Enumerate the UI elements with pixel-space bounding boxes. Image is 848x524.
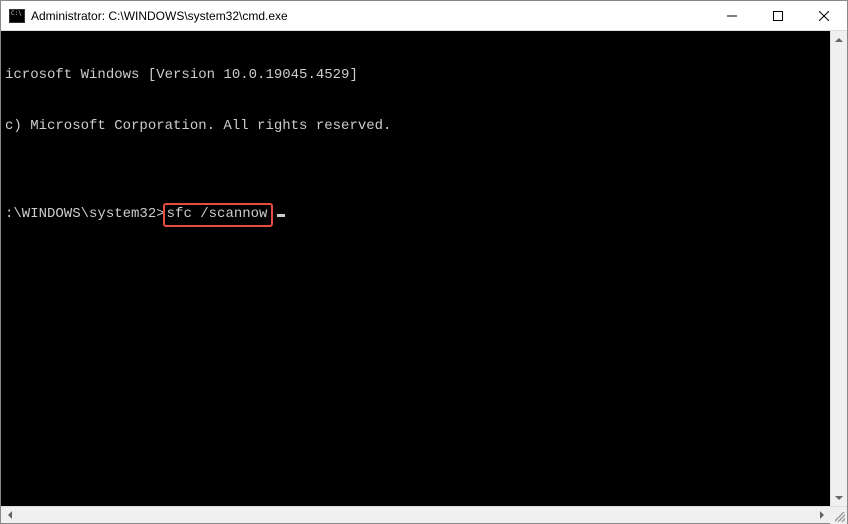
scroll-down-button[interactable] <box>831 489 847 506</box>
scroll-up-button[interactable] <box>831 31 847 48</box>
horizontal-scrollbar[interactable] <box>1 506 847 523</box>
hscroll-track[interactable] <box>18 507 813 523</box>
scroll-right-button[interactable] <box>813 507 830 523</box>
content-wrapper: icrosoft Windows [Version 10.0.19045.452… <box>1 31 847 506</box>
cmd-window: Administrator: C:\WINDOWS\system32\cmd.e… <box>0 0 848 524</box>
prompt-text: :\WINDOWS\system32> <box>5 206 165 223</box>
terminal-area[interactable]: icrosoft Windows [Version 10.0.19045.452… <box>1 31 830 506</box>
vscroll-track[interactable] <box>831 48 847 489</box>
cmd-icon <box>9 9 25 23</box>
output-line-1: icrosoft Windows [Version 10.0.19045.452… <box>5 67 830 84</box>
vertical-scrollbar[interactable] <box>830 31 847 506</box>
window-controls <box>709 1 847 30</box>
titlebar[interactable]: Administrator: C:\WINDOWS\system32\cmd.e… <box>1 1 847 31</box>
resize-grip[interactable] <box>830 507 847 524</box>
close-button[interactable] <box>801 1 847 30</box>
window-title: Administrator: C:\WINDOWS\system32\cmd.e… <box>31 9 709 23</box>
command-highlight: sfc /scannow <box>163 203 274 227</box>
minimize-button[interactable] <box>709 1 755 30</box>
prompt-line: :\WINDOWS\system32>sfc /scannow <box>5 203 830 227</box>
cursor <box>277 214 285 217</box>
maximize-button[interactable] <box>755 1 801 30</box>
output-line-2: c) Microsoft Corporation. All rights res… <box>5 118 830 135</box>
command-text: sfc /scannow <box>167 206 268 222</box>
scroll-left-button[interactable] <box>1 507 18 523</box>
